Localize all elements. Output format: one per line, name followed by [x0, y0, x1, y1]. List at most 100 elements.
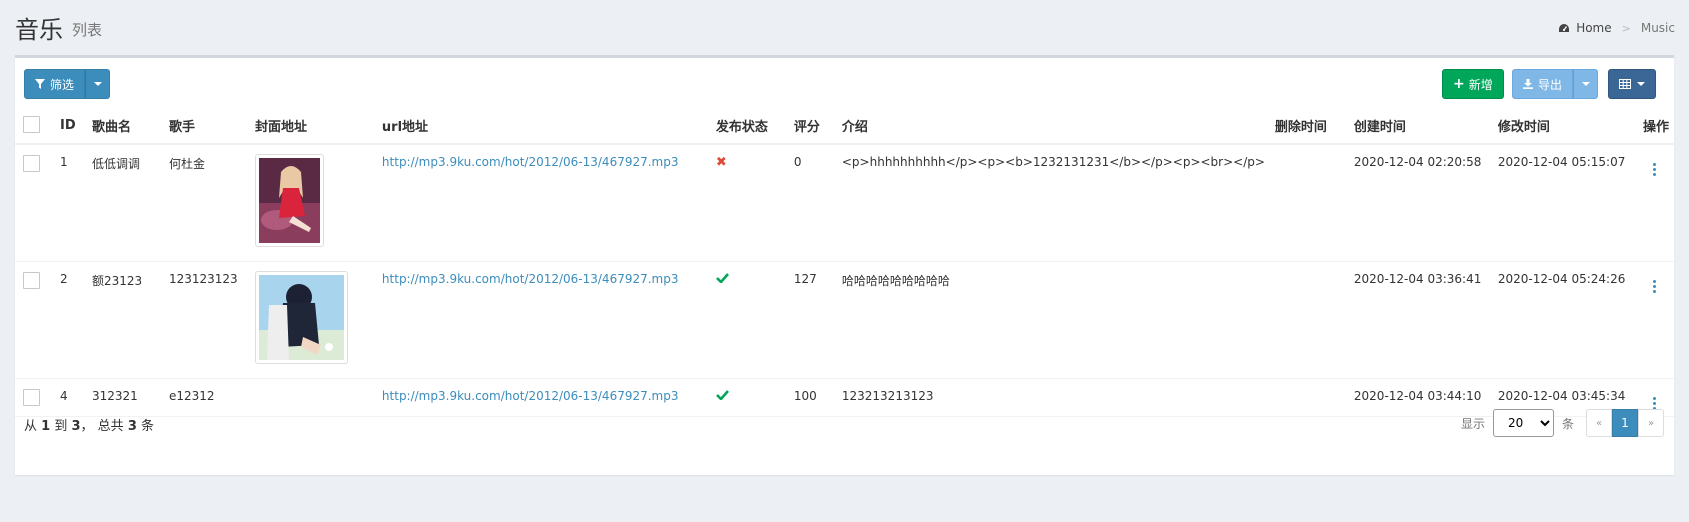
- add-button-label: 新增: [1468, 77, 1493, 92]
- export-button[interactable]: 导出: [1512, 69, 1574, 99]
- cell-actions: [1637, 144, 1674, 262]
- column-header-updated[interactable]: 修改时间: [1492, 108, 1638, 145]
- url-link[interactable]: http://mp3.9ku.com/hot/2012/06-13/467927…: [382, 155, 679, 169]
- row-select-cell: [15, 261, 55, 379]
- page-title: 音乐: [15, 16, 63, 44]
- per-page-select[interactable]: 20: [1492, 409, 1554, 437]
- cell-intro: <p>hhhhhhhhhh</p><p><b>1232131231</b></p…: [836, 144, 1270, 262]
- filter-icon: [35, 79, 45, 89]
- column-header-url[interactable]: url地址: [376, 108, 711, 145]
- url-link[interactable]: http://mp3.9ku.com/hot/2012/06-13/467927…: [382, 272, 679, 286]
- summary-to-word: 到: [54, 419, 68, 434]
- cell-id: 1: [54, 144, 87, 262]
- cover-thumbnail[interactable]: [254, 270, 348, 364]
- kebab-menu-icon[interactable]: [1652, 163, 1656, 176]
- cell-deleted: [1269, 144, 1349, 262]
- filter-dropdown-toggle[interactable]: [85, 69, 111, 99]
- chevron-down-icon: [1637, 82, 1645, 86]
- check-icon: [715, 389, 729, 401]
- filter-button-label: 筛选: [50, 77, 75, 92]
- columns-button-group: [1608, 69, 1656, 99]
- row-checkbox[interactable]: [23, 155, 40, 172]
- select-all-checkbox[interactable]: [23, 116, 40, 133]
- cell-url: http://mp3.9ku.com/hot/2012/06-13/467927…: [376, 261, 711, 379]
- summary-from: 1: [41, 419, 51, 434]
- column-header-status[interactable]: 发布状态: [710, 108, 789, 145]
- prev-page-button[interactable]: «: [1586, 409, 1612, 437]
- column-header-name[interactable]: 歌曲名: [86, 108, 164, 145]
- column-header-singer[interactable]: 歌手: [163, 108, 250, 145]
- column-header-cover[interactable]: 封面地址: [249, 108, 377, 145]
- list-box: 筛选 + 新增 导出 ID 歌曲名 歌手 封面地址 url地址 发布状态 评分 …: [15, 55, 1674, 475]
- select-all-header: [15, 108, 55, 145]
- grid-footer: 从 1 到 3， 总共 3 条 显示 20 条 « 1 »: [15, 403, 1674, 463]
- column-header-id[interactable]: ID: [54, 108, 87, 145]
- cover-image: [258, 274, 344, 360]
- cell-name: 额23123: [86, 261, 164, 379]
- table-row: 2 额23123 123123123 http://mp3.9ku.com/ho…: [15, 261, 1674, 379]
- export-dropdown-toggle[interactable]: [1573, 69, 1599, 99]
- cell-cover: [249, 261, 377, 379]
- breadcrumb-home-label: Home: [1576, 21, 1612, 35]
- cell-created: 2020-12-04 02:20:58: [1348, 144, 1493, 262]
- page-button-current[interactable]: 1: [1612, 409, 1638, 437]
- cell-updated: 2020-12-04 05:15:07: [1492, 144, 1638, 262]
- breadcrumb-current: Music: [1640, 21, 1675, 35]
- table-columns-icon: [1619, 79, 1631, 89]
- content-header: 音乐 列表 Home > Music: [0, 0, 1689, 55]
- column-header-intro[interactable]: 介绍: [836, 108, 1270, 145]
- per-page-label: 显示: [1460, 416, 1485, 431]
- summary-prefix: 从: [24, 419, 38, 434]
- per-page-suffix: 条: [1561, 416, 1574, 431]
- column-header-deleted[interactable]: 删除时间: [1269, 108, 1349, 145]
- chevron-down-icon: [93, 82, 102, 86]
- pagination: « 1 »: [1586, 409, 1664, 437]
- cell-deleted: [1269, 261, 1349, 379]
- summary-total: 3: [127, 419, 137, 434]
- add-button[interactable]: + 新增: [1442, 69, 1504, 99]
- summary-to: 3: [71, 419, 81, 434]
- export-button-group: 导出: [1512, 69, 1599, 99]
- row-select-cell: [15, 144, 55, 262]
- cell-status: [710, 261, 789, 379]
- table-header-row: ID 歌曲名 歌手 封面地址 url地址 发布状态 评分 介绍 删除时间 创建时…: [15, 108, 1674, 145]
- cell-score: 127: [788, 261, 837, 379]
- summary-total-suffix: 条: [141, 419, 155, 434]
- dashboard-icon: [1559, 23, 1570, 32]
- breadcrumb: Home > Music: [1558, 21, 1675, 35]
- filter-button[interactable]: 筛选: [24, 69, 86, 99]
- grid-toolbar: 筛选 + 新增 导出: [15, 58, 1674, 103]
- pagination-summary: 从 1 到 3， 总共 3 条: [24, 415, 154, 434]
- cell-updated: 2020-12-04 05:24:26: [1492, 261, 1638, 379]
- check-icon: [715, 272, 729, 284]
- row-checkbox[interactable]: [23, 271, 40, 289]
- breadcrumb-home[interactable]: Home: [1558, 21, 1612, 35]
- kebab-menu-icon[interactable]: [1652, 279, 1656, 293]
- columns-button[interactable]: [1608, 69, 1656, 99]
- url-link[interactable]: http://mp3.9ku.com/hot/2012/06-13/467927…: [382, 389, 679, 403]
- pagination-controls: 显示 20 条 « 1 »: [1461, 409, 1664, 437]
- cell-actions: [1637, 261, 1674, 379]
- export-button-label: 导出: [1538, 77, 1563, 92]
- cell-status: ✖: [710, 144, 789, 262]
- cell-name: 低低调调: [86, 144, 164, 262]
- column-header-created[interactable]: 创建时间: [1348, 108, 1493, 145]
- music-table: ID 歌曲名 歌手 封面地址 url地址 发布状态 评分 介绍 删除时间 创建时…: [15, 108, 1674, 417]
- summary-total-prefix: ， 总共: [80, 419, 124, 434]
- column-header-score[interactable]: 评分: [788, 108, 837, 145]
- download-icon: [1523, 79, 1533, 89]
- next-page-button[interactable]: »: [1638, 409, 1664, 437]
- cover-thumbnail[interactable]: [254, 154, 324, 247]
- plus-icon: +: [1453, 76, 1465, 92]
- page-subtitle: 列表: [72, 21, 103, 39]
- add-button-group: + 新增: [1442, 69, 1504, 99]
- cell-singer: 123123123: [163, 261, 250, 379]
- chevron-down-icon: [1581, 82, 1590, 86]
- cell-cover: [249, 144, 377, 262]
- close-icon: ✖: [715, 155, 727, 170]
- cell-url: http://mp3.9ku.com/hot/2012/06-13/467927…: [376, 144, 711, 262]
- filter-button-group: 筛选: [24, 69, 111, 99]
- table-row: 1 低低调调 何杜金 http://mp3.9ku.com/hot/2012/0…: [15, 144, 1674, 262]
- breadcrumb-separator: >: [1621, 21, 1631, 35]
- cell-id: 2: [54, 261, 87, 379]
